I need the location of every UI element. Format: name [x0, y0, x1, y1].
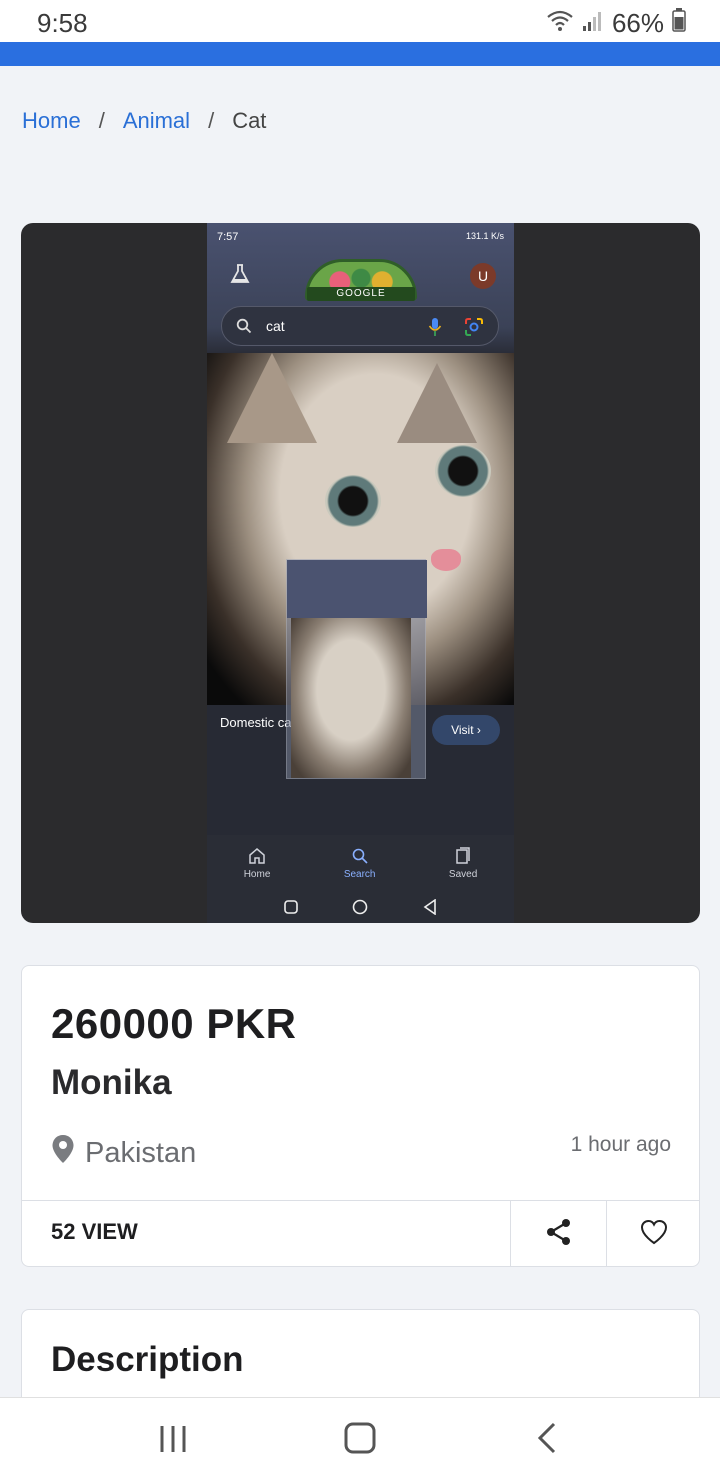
- recents-icon[interactable]: [158, 1420, 188, 1461]
- mic-icon: [428, 317, 442, 342]
- back-icon[interactable]: [532, 1420, 562, 1461]
- visit-label: Visit: [451, 723, 474, 737]
- home-circle-icon[interactable]: [343, 1420, 377, 1461]
- location-text: Pakistan: [85, 1136, 197, 1169]
- embedded-nav-search: Search: [344, 847, 376, 880]
- embedded-nav-saved: Saved: [449, 846, 477, 880]
- embedded-search-query: cat: [266, 318, 285, 334]
- battery-icon: [672, 8, 686, 39]
- breadcrumb-home-link[interactable]: Home: [22, 108, 81, 134]
- cat-eye: [435, 445, 491, 497]
- doodle-text: GOOGLE: [307, 287, 415, 301]
- home-icon: [249, 847, 265, 864]
- embedded-search-bar: cat: [221, 306, 499, 346]
- lens-icon: [464, 317, 484, 342]
- system-nav-bar: [0, 1397, 720, 1480]
- cat-eye: [325, 475, 381, 527]
- listing-seller: Monika: [51, 1063, 172, 1102]
- status-icons: 66%: [546, 8, 686, 39]
- breadcrumb-separator: /: [98, 108, 105, 133]
- location-pin-icon: [51, 1134, 75, 1172]
- header-accent-bar: [0, 42, 720, 66]
- breadcrumb-current: Cat: [232, 108, 267, 133]
- embedded-avatar: U: [470, 263, 496, 289]
- wifi-icon: [546, 8, 574, 39]
- battery-text: 66%: [611, 8, 664, 38]
- description-title: Description: [51, 1340, 244, 1379]
- posted-time: 1 hour ago: [570, 1133, 671, 1156]
- cat-nose: [431, 549, 461, 571]
- listing-price: 260000 PKR: [51, 1000, 297, 1047]
- search-icon: [236, 318, 252, 339]
- status-bar: 9:58 66%: [0, 0, 720, 42]
- embedded-bottom-nav: Home Search Saved: [207, 835, 514, 891]
- share-button[interactable]: [510, 1201, 606, 1266]
- flask-icon: [229, 263, 251, 285]
- embedded-visit-button: Visit ›: [432, 715, 500, 745]
- embedded-result-title: Domestic cat: [220, 715, 296, 730]
- share-icon: [545, 1218, 573, 1251]
- embedded-google-header: 7:57 131.1 K/s GOOGLE U cat: [207, 223, 514, 353]
- breadcrumb-animal-link[interactable]: Animal: [123, 108, 190, 134]
- breadcrumb: Home / Animal / Cat: [22, 108, 266, 134]
- breadcrumb-separator: /: [208, 108, 215, 133]
- listing-location: Pakistan: [51, 1134, 196, 1172]
- nested-screenshot: [286, 559, 427, 779]
- bookmark-icon: [456, 846, 470, 864]
- embedded-network-speed: 131.1 K/s: [465, 231, 504, 241]
- embedded-system-nav: [207, 891, 514, 923]
- search-icon: [352, 848, 368, 864]
- heart-icon: [640, 1219, 668, 1250]
- signal-icon: [582, 8, 604, 39]
- status-time: 9:58: [37, 8, 88, 38]
- listing-image[interactable]: 7:57 131.1 K/s GOOGLE U cat Domestic cat…: [21, 223, 700, 923]
- embedded-nav-home: Home: [244, 847, 270, 880]
- view-count: 52 VIEW: [51, 1219, 138, 1244]
- embedded-phone-screenshot: 7:57 131.1 K/s GOOGLE U cat Domestic cat…: [207, 223, 514, 923]
- listing-info-card: 260000 PKR Monika Pakistan 1 hour ago 52…: [21, 965, 700, 1267]
- favorite-button[interactable]: [606, 1201, 699, 1266]
- embedded-status-time: 7:57: [217, 231, 239, 243]
